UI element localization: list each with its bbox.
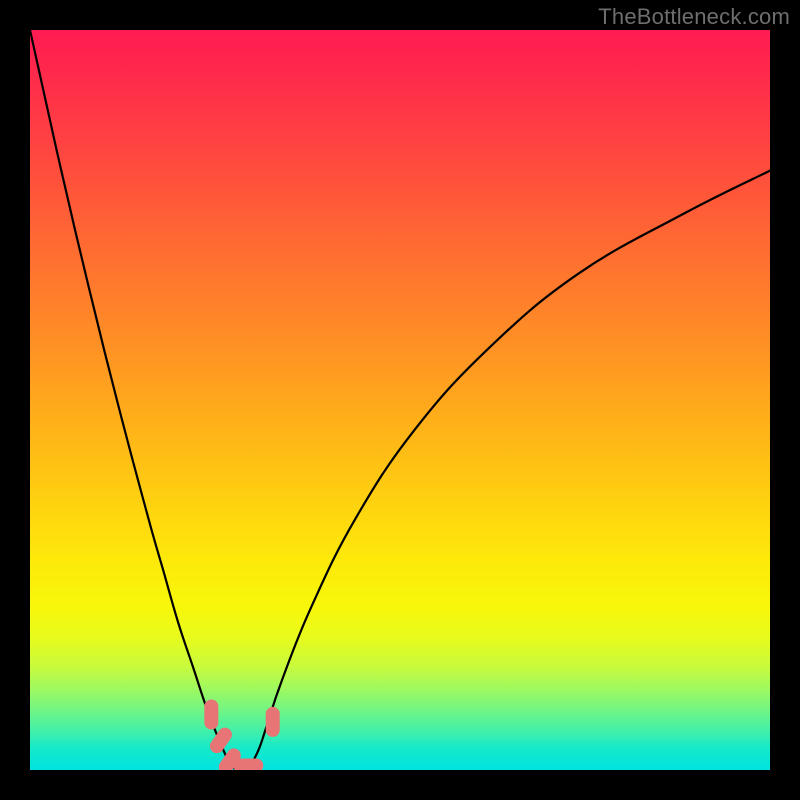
data-marker [204, 700, 218, 730]
marker-layer [30, 30, 770, 770]
watermark-text: TheBottleneck.com [598, 4, 790, 30]
data-marker [266, 707, 280, 737]
chart-stage: TheBottleneck.com [0, 0, 800, 800]
marker-group [204, 700, 279, 771]
data-marker [233, 759, 263, 770]
plot-area [30, 30, 770, 770]
